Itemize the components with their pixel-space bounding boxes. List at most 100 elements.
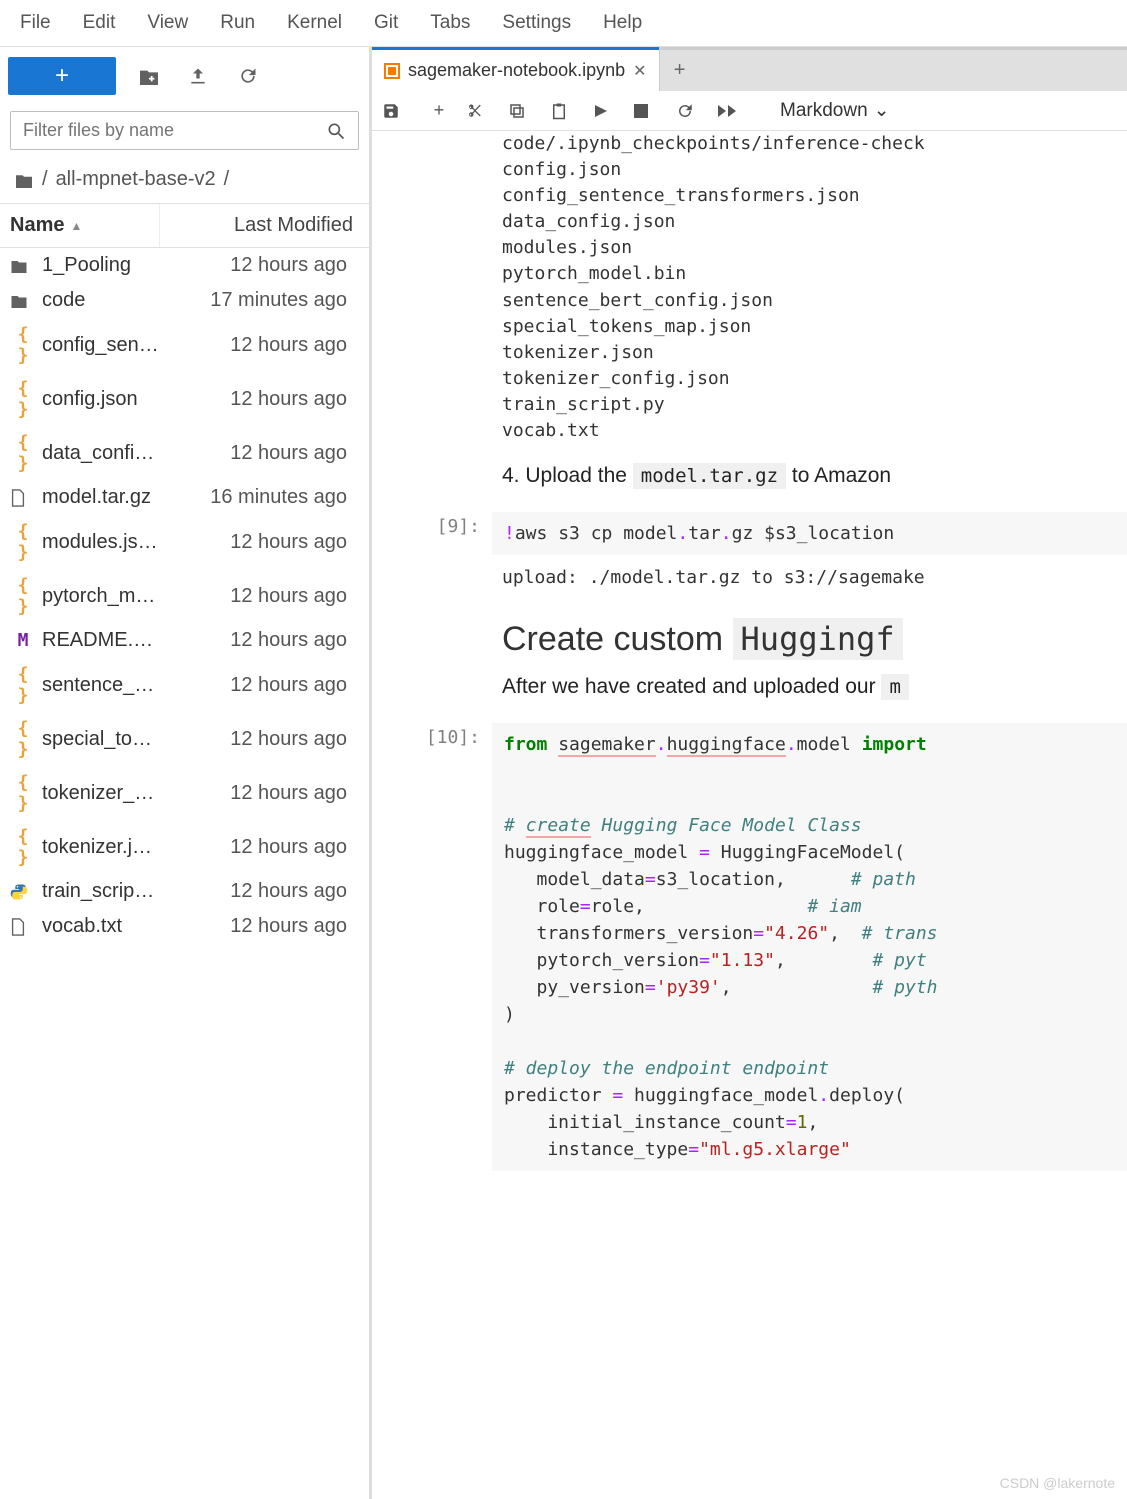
file-row[interactable]: code17 minutes ago: [0, 283, 369, 318]
folder-icon: [10, 258, 36, 273]
filter-input[interactable]: [23, 120, 326, 141]
code-token: .: [818, 1085, 829, 1106]
breadcrumb-folder[interactable]: all-mpnet-base-v2: [56, 168, 216, 191]
upload-icon[interactable]: [188, 66, 216, 86]
menubar: File Edit View Run Kernel Git Tabs Setti…: [0, 0, 1127, 47]
insert-cell-icon[interactable]: +: [424, 100, 454, 121]
code-token: =: [688, 1139, 699, 1160]
file-row[interactable]: { }config_sen…12 hours ago: [0, 318, 369, 372]
file-list-header: Name ▲ Last Modified: [0, 203, 369, 248]
file-modified: 12 hours ago: [176, 388, 359, 411]
file-row[interactable]: 1_Pooling12 hours ago: [0, 248, 369, 283]
file-row[interactable]: { }pytorch_m…12 hours ago: [0, 569, 369, 623]
file-row[interactable]: { }tokenizer_…12 hours ago: [0, 766, 369, 820]
code-token: # iam: [807, 896, 872, 917]
code-token: .: [721, 523, 732, 544]
file-name: special_to…: [42, 728, 176, 751]
file-name: tokenizer_…: [42, 782, 176, 805]
code-token: ,: [775, 950, 873, 971]
run-all-icon[interactable]: [718, 104, 748, 118]
refresh-icon[interactable]: [238, 66, 266, 86]
file-row[interactable]: { }tokenizer.j…12 hours ago: [0, 820, 369, 874]
close-icon[interactable]: ✕: [633, 61, 646, 81]
copy-icon[interactable]: [508, 102, 538, 120]
folder-icon[interactable]: [14, 172, 34, 188]
code-token: initial_instance_count: [504, 1112, 786, 1133]
code-token: import: [862, 734, 927, 755]
file-name: modules.js…: [42, 531, 176, 554]
folder-icon: [10, 293, 36, 308]
file-row[interactable]: train_scrip…12 hours ago: [0, 874, 369, 909]
code-input[interactable]: from sagemaker.huggingface.model import …: [492, 723, 1127, 1171]
menu-settings[interactable]: Settings: [486, 6, 587, 40]
file-icon: [10, 918, 36, 936]
file-row[interactable]: { }special_to…12 hours ago: [0, 712, 369, 766]
file-name: tokenizer.j…: [42, 836, 176, 859]
file-name: config_sen…: [42, 334, 176, 357]
paste-icon[interactable]: [550, 102, 580, 120]
menu-tabs[interactable]: Tabs: [414, 6, 486, 40]
file-modified: 12 hours ago: [176, 880, 359, 903]
file-icon: [10, 489, 36, 507]
save-icon[interactable]: [382, 102, 412, 120]
filter-input-wrapper: [10, 111, 359, 150]
header-name-label: Name: [10, 214, 64, 237]
breadcrumb-sep: /: [42, 168, 48, 191]
json-icon: { }: [10, 378, 36, 420]
code-token: huggingface_model: [623, 1085, 818, 1106]
code-token: pytorch_version: [504, 950, 699, 971]
stop-icon[interactable]: [634, 104, 664, 118]
new-launcher-button[interactable]: +: [8, 57, 116, 95]
code-token: huggingface: [667, 734, 786, 757]
code-input[interactable]: !aws s3 cp model.tar.gz $s3_location: [492, 512, 1127, 555]
file-row[interactable]: model.tar.gz16 minutes ago: [0, 480, 369, 515]
md-icon: M: [10, 630, 36, 651]
tab-notebook[interactable]: sagemaker-notebook.ipynb ✕: [372, 50, 660, 91]
file-modified: 12 hours ago: [176, 728, 359, 751]
json-icon: { }: [10, 772, 36, 814]
file-name: 1_Pooling: [42, 254, 176, 277]
file-row[interactable]: vocab.txt12 hours ago: [0, 909, 369, 944]
menu-edit[interactable]: Edit: [67, 6, 132, 40]
header-name-col[interactable]: Name ▲: [0, 204, 160, 247]
file-modified: 12 hours ago: [176, 915, 359, 938]
menu-file[interactable]: File: [4, 6, 67, 40]
file-modified: 12 hours ago: [176, 629, 359, 652]
code-token: tar: [688, 523, 721, 544]
code-cell-10[interactable]: [10]: from sagemaker.huggingface.model i…: [372, 719, 1127, 1175]
file-name: sentence_…: [42, 674, 176, 697]
file-row[interactable]: { } config.json12 hours ago: [0, 372, 369, 426]
run-icon[interactable]: [592, 103, 622, 119]
restart-icon[interactable]: [676, 102, 706, 120]
menu-git[interactable]: Git: [358, 6, 414, 40]
header-modified-col[interactable]: Last Modified: [160, 204, 369, 247]
code-token: =: [580, 896, 591, 917]
code-token: role: [504, 896, 580, 917]
menu-run[interactable]: Run: [204, 6, 271, 40]
file-modified: 12 hours ago: [176, 334, 359, 357]
notebook-content[interactable]: code/.ipynb_checkpoints/inference-check …: [372, 131, 1127, 1499]
cut-icon[interactable]: [466, 102, 496, 120]
menu-view[interactable]: View: [131, 6, 204, 40]
file-row[interactable]: MREADME.…12 hours ago: [0, 623, 369, 658]
file-row[interactable]: { }modules.js…12 hours ago: [0, 515, 369, 569]
code-cell-9[interactable]: [9]: !aws s3 cp model.tar.gz $s3_locatio…: [372, 508, 1127, 559]
new-folder-icon[interactable]: [138, 67, 166, 85]
cell-prompt: [9]:: [372, 512, 492, 555]
code-token: HuggingFaceModel(: [710, 842, 905, 863]
tab-title: sagemaker-notebook.ipynb: [408, 60, 625, 81]
code-token: 'py39': [656, 977, 721, 998]
search-icon: [326, 121, 346, 141]
chevron-down-icon: ⌄: [874, 99, 890, 122]
new-tab-button[interactable]: +: [660, 59, 700, 82]
file-name: config.json: [42, 388, 176, 411]
cell-type-select[interactable]: Markdown ⌄: [780, 99, 890, 122]
file-row[interactable]: { }data_confi…12 hours ago: [0, 426, 369, 480]
file-name: code: [42, 289, 176, 312]
file-row[interactable]: { }sentence_…12 hours ago: [0, 658, 369, 712]
menu-kernel[interactable]: Kernel: [271, 6, 358, 40]
file-browser: +: [0, 47, 372, 1499]
code-token: Hugging Face Model Class: [591, 815, 862, 836]
menu-help[interactable]: Help: [587, 6, 658, 40]
code-token: s3_location,: [656, 869, 851, 890]
